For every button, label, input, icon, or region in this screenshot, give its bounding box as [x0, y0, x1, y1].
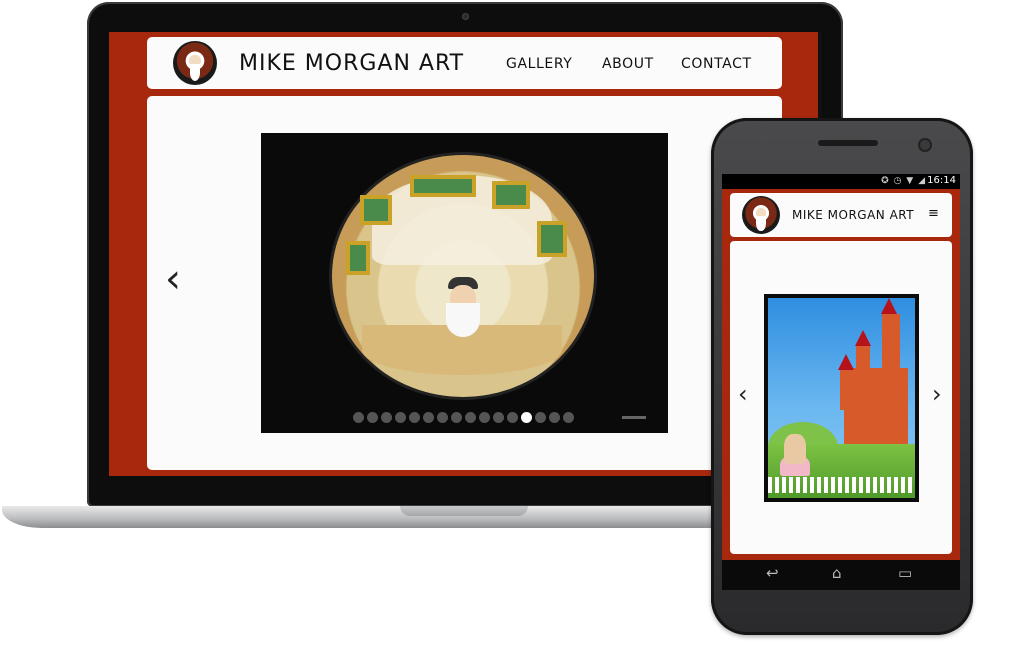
- desktop-site-title[interactable]: MIKE MORGAN ART: [239, 51, 464, 76]
- status-time: 16:14: [927, 175, 956, 186]
- slide-dot[interactable]: [367, 412, 378, 423]
- slide-dot[interactable]: [493, 412, 504, 423]
- castle-painting: [764, 294, 919, 502]
- slide-dot[interactable]: [549, 412, 560, 423]
- slide-dot[interactable]: [451, 412, 462, 423]
- nav-gallery[interactable]: GALLERY: [506, 56, 572, 72]
- slide-dot[interactable]: [521, 412, 532, 423]
- phone-front-camera: [918, 138, 932, 152]
- status-bar: ✪ ◷ ▼ ◢ 16:14: [722, 174, 960, 189]
- slide-dot[interactable]: [563, 412, 574, 423]
- mobile-prev-arrow[interactable]: ‹: [738, 382, 748, 406]
- painting-signature: [622, 416, 646, 419]
- mobile-next-arrow[interactable]: ›: [932, 382, 942, 406]
- slide-dot[interactable]: [395, 412, 406, 423]
- slide-dot[interactable]: [479, 412, 490, 423]
- recent-apps-icon[interactable]: ▭: [898, 566, 912, 581]
- status-icons: ✪ ◷ ▼ ◢: [881, 176, 926, 186]
- slide-dot[interactable]: [535, 412, 546, 423]
- phone-speaker: [818, 140, 878, 146]
- gallery-slide-image: [261, 133, 668, 433]
- nav-contact[interactable]: CONTACT: [681, 56, 752, 72]
- mobile-site-title[interactable]: MIKE MORGAN ART: [792, 208, 914, 222]
- slide-dots: [353, 412, 574, 423]
- nav-about[interactable]: ABOUT: [602, 56, 654, 72]
- mobile-artist-avatar[interactable]: [742, 196, 780, 234]
- mobile-gallery-panel: ‹ ›: [730, 241, 952, 554]
- slide-dot[interactable]: [423, 412, 434, 423]
- slide-dot[interactable]: [381, 412, 392, 423]
- slide-dot[interactable]: [437, 412, 448, 423]
- mobile-header: MIKE MORGAN ART ≡: [730, 193, 952, 237]
- desktop-gallery-panel: ‹: [147, 96, 782, 470]
- laptop-camera: [462, 13, 469, 20]
- menu-icon[interactable]: ≡: [928, 206, 940, 221]
- back-icon[interactable]: ↩: [766, 566, 779, 581]
- desktop-prev-arrow[interactable]: ‹: [165, 259, 181, 299]
- artist-figure: [440, 277, 486, 337]
- fisheye-painting: [332, 155, 594, 397]
- slide-dot[interactable]: [507, 412, 518, 423]
- desktop-header: MIKE MORGAN ART GALLERY ABOUT CONTACT: [147, 37, 782, 89]
- phone-screen: ✪ ◷ ▼ ◢ 16:14 MIKE MORGAN ART ≡ ‹ ›: [722, 174, 960, 588]
- slide-dot[interactable]: [465, 412, 476, 423]
- artist-avatar[interactable]: [173, 41, 217, 85]
- home-icon[interactable]: ⌂: [832, 566, 842, 581]
- laptop-notch: [400, 506, 528, 516]
- android-nav-bar: ↩ ⌂ ▭: [722, 560, 960, 590]
- slide-dot[interactable]: [353, 412, 364, 423]
- slide-dot[interactable]: [409, 412, 420, 423]
